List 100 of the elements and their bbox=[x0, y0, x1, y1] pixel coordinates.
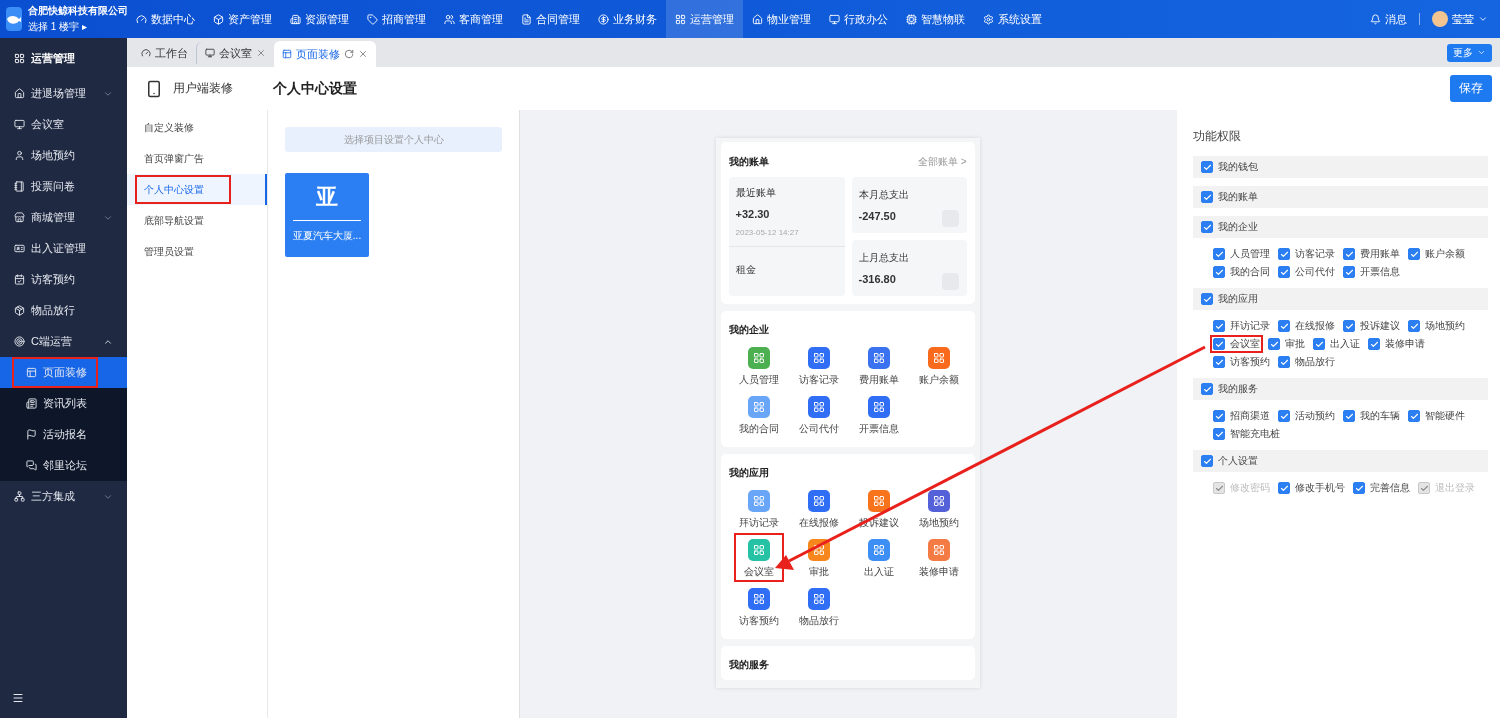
checkbox[interactable] bbox=[1278, 320, 1290, 332]
checkbox-label: 我的车辆 bbox=[1360, 409, 1400, 423]
sidebar-item[interactable]: 会议室 bbox=[0, 109, 127, 140]
sidebar-item[interactable]: 出入证管理 bbox=[0, 233, 127, 264]
checkbox[interactable] bbox=[1278, 482, 1290, 494]
page-tab[interactable]: 页面装修 bbox=[274, 41, 376, 67]
app-shortcut[interactable]: 费用账单 bbox=[848, 341, 909, 390]
app-shortcut[interactable]: 拜访记录 bbox=[728, 484, 789, 533]
checkbox-label: 活动预约 bbox=[1295, 409, 1335, 423]
checkbox[interactable] bbox=[1213, 248, 1225, 260]
document-icon bbox=[521, 13, 532, 25]
nav-item[interactable]: 客商管理 bbox=[435, 0, 512, 38]
checkbox-label: 公司代付 bbox=[1295, 265, 1335, 279]
bill-label: 本月总支出 bbox=[858, 188, 909, 202]
checkbox[interactable] bbox=[1201, 383, 1213, 395]
nav-item[interactable]: 资源管理 bbox=[281, 0, 358, 38]
app-shortcut[interactable]: 会议室 bbox=[733, 533, 784, 582]
app-shortcut[interactable]: 访客记录 bbox=[788, 341, 849, 390]
checkbox[interactable] bbox=[1343, 410, 1355, 422]
sidebar-subitem[interactable]: 邻里论坛 bbox=[0, 450, 127, 481]
submenu-item[interactable]: 个人中心设置 bbox=[127, 174, 267, 205]
checkbox[interactable] bbox=[1313, 338, 1325, 350]
nav-item[interactable]: 行政办公 bbox=[820, 0, 897, 38]
checkbox[interactable] bbox=[1213, 428, 1225, 440]
calendar-icon bbox=[14, 274, 25, 285]
checkbox[interactable] bbox=[1201, 161, 1213, 173]
layout-icon bbox=[282, 49, 292, 59]
checkbox[interactable] bbox=[1408, 248, 1420, 260]
checkbox[interactable] bbox=[1408, 320, 1420, 332]
nav-item[interactable]: 合同管理 bbox=[512, 0, 589, 38]
submenu-item[interactable]: 首页弹窗广告 bbox=[127, 143, 267, 174]
checkbox[interactable] bbox=[1343, 248, 1355, 260]
submenu-item[interactable]: 自定义装修 bbox=[127, 112, 267, 143]
nav-item[interactable]: 资产管理 bbox=[204, 0, 281, 38]
nav-item[interactable]: 业务财务 bbox=[589, 0, 666, 38]
app-shortcut[interactable]: 场地预约 bbox=[908, 484, 969, 533]
app-shortcut[interactable]: 出入证 bbox=[853, 533, 904, 582]
nav-item[interactable]: 物业管理 bbox=[743, 0, 820, 38]
checkbox[interactable] bbox=[1268, 338, 1280, 350]
checkbox[interactable] bbox=[1213, 356, 1225, 368]
app-shortcut[interactable]: 物品放行 bbox=[788, 582, 849, 631]
nav-item[interactable]: 数据中心 bbox=[127, 0, 204, 38]
sidebar-subitem[interactable]: 活动报名 bbox=[0, 419, 127, 450]
nav-item[interactable]: 运营管理 bbox=[666, 0, 743, 38]
checkbox[interactable] bbox=[1278, 410, 1290, 422]
checkbox[interactable] bbox=[1213, 410, 1225, 422]
checkbox[interactable] bbox=[1213, 338, 1225, 350]
app-shortcut[interactable]: 在线报修 bbox=[788, 484, 849, 533]
submenu-item[interactable]: 底部导航设置 bbox=[127, 205, 267, 236]
close-icon[interactable] bbox=[256, 48, 266, 58]
checkbox[interactable] bbox=[1353, 482, 1365, 494]
checkbox[interactable] bbox=[1408, 410, 1420, 422]
app-shortcut[interactable]: 公司代付 bbox=[788, 390, 849, 439]
messages-link[interactable]: 消息 bbox=[1370, 11, 1407, 27]
checkbox[interactable] bbox=[1278, 356, 1290, 368]
checkbox[interactable] bbox=[1278, 248, 1290, 260]
app-shortcut[interactable]: 装修申请 bbox=[908, 533, 969, 582]
checkbox-label: 费用账单 bbox=[1360, 247, 1400, 261]
sidebar-item[interactable]: 进退场管理 bbox=[0, 78, 127, 109]
checkbox-label: 装修申请 bbox=[1385, 337, 1425, 351]
page-tab[interactable]: 工作台 bbox=[133, 42, 196, 64]
sidebar-item[interactable]: 商城管理 bbox=[0, 202, 127, 233]
submenu-item[interactable]: 管理员设置 bbox=[127, 236, 267, 267]
nav-item[interactable]: 招商管理 bbox=[358, 0, 435, 38]
project-tile[interactable]: 亚 亚夏汽车大厦... bbox=[285, 173, 369, 257]
app-shortcut[interactable]: 开票信息 bbox=[848, 390, 909, 439]
checkbox[interactable] bbox=[1213, 266, 1225, 278]
sidebar-subitem[interactable]: 资讯列表 bbox=[0, 388, 127, 419]
nav-item[interactable]: 智慧物联 bbox=[897, 0, 974, 38]
checkbox[interactable] bbox=[1201, 221, 1213, 233]
checkbox[interactable] bbox=[1201, 191, 1213, 203]
save-button[interactable]: 保存 bbox=[1450, 75, 1492, 102]
nav-item[interactable]: 系统设置 bbox=[974, 0, 1051, 38]
sidebar-item[interactable]: 访客预约 bbox=[0, 264, 127, 295]
building-selector[interactable]: 选择 1 楼宇 ▸ bbox=[28, 20, 128, 34]
checkbox[interactable] bbox=[1213, 320, 1225, 332]
checkbox[interactable] bbox=[1368, 338, 1380, 350]
checkbox[interactable] bbox=[1343, 320, 1355, 332]
more-button[interactable]: 更多 bbox=[1447, 43, 1492, 62]
checkbox[interactable] bbox=[1201, 293, 1213, 305]
sidebar-item[interactable]: 物品放行 bbox=[0, 295, 127, 326]
page-title: 个人中心设置 bbox=[273, 79, 357, 98]
app-shortcut[interactable]: 账户余额 bbox=[908, 341, 969, 390]
refresh-icon[interactable] bbox=[344, 49, 354, 59]
checkbox[interactable] bbox=[1201, 455, 1213, 467]
menu-icon[interactable] bbox=[12, 692, 24, 704]
sidebar-item[interactable]: 三方集成 bbox=[0, 481, 127, 512]
user-menu[interactable]: 莹莹 bbox=[1432, 11, 1488, 27]
checkbox[interactable] bbox=[1278, 266, 1290, 278]
app-shortcut[interactable]: 审批 bbox=[797, 533, 840, 582]
app-shortcut[interactable]: 人员管理 bbox=[728, 341, 789, 390]
sidebar-item[interactable]: 场地预约 bbox=[0, 140, 127, 171]
close-icon[interactable] bbox=[358, 49, 368, 59]
app-shortcut[interactable]: 我的合同 bbox=[728, 390, 789, 439]
checkbox[interactable] bbox=[1343, 266, 1355, 278]
app-shortcut[interactable]: 访客预约 bbox=[728, 582, 789, 631]
sidebar-item[interactable]: 投票问卷 bbox=[0, 171, 127, 202]
section-label: 用户端装修 bbox=[173, 80, 234, 97]
sidebar-item[interactable]: C端运营 bbox=[0, 326, 127, 357]
sidebar-subitem[interactable]: 页面装修 bbox=[0, 357, 127, 388]
